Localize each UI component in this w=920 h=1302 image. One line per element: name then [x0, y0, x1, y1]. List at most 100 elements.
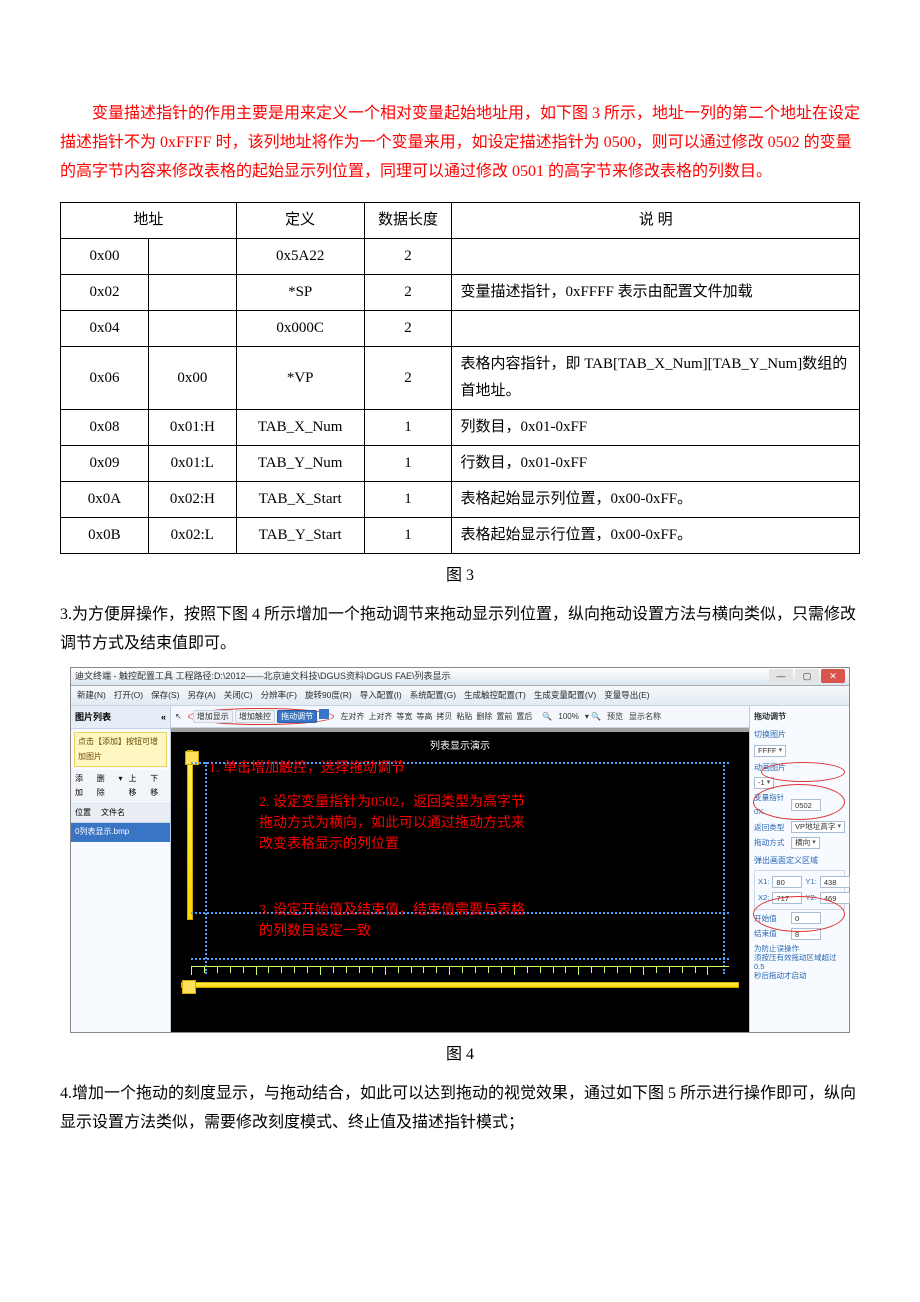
add-display-button[interactable]: 增加显示: [193, 710, 233, 723]
table-cell: 0x06: [61, 347, 149, 410]
end-input[interactable]: 8: [791, 928, 821, 940]
y2-label: Y2:: [805, 891, 816, 905]
table-cell: [148, 239, 236, 275]
table-cell: 0x02: [61, 275, 149, 311]
prop-sec-anim: 动画图片: [754, 761, 845, 775]
menu-item[interactable]: 分辨率(F): [261, 688, 297, 703]
preview-button[interactable]: 预览: [607, 710, 623, 724]
spec-table: 地址 定义 数据长度 说 明 0x000x5A2220x02*SP2变量描述指针…: [60, 202, 860, 554]
toolbar-button[interactable]: 上对齐: [368, 712, 392, 721]
menu-item[interactable]: 新建(N): [77, 688, 106, 703]
vertical-slider[interactable]: [187, 750, 193, 920]
menu-item[interactable]: 保存(S): [151, 688, 179, 703]
table-cell: 0x09: [61, 446, 149, 482]
y1-label: Y1:: [805, 875, 816, 889]
cursor-icon[interactable]: ↖: [175, 710, 182, 724]
toolbar-button[interactable]: 置前: [496, 712, 512, 721]
app-title: 迪文终端 - 触控配置工具 工程路径:D:\2012——北京迪文科技\DGUS资…: [75, 668, 451, 684]
show-name-button[interactable]: 显示名称: [629, 710, 661, 724]
drag-adjust-button[interactable]: 拖动调节: [277, 710, 317, 723]
table-row: 0x00 0x5A222: [61, 239, 860, 275]
table-header-row: 地址 定义 数据长度 说 明: [61, 203, 860, 239]
switch-val[interactable]: FFFF: [754, 745, 786, 757]
table-cell: 2: [364, 239, 452, 275]
dropdown-icon[interactable]: [319, 709, 329, 719]
x2-input[interactable]: 717: [772, 892, 802, 904]
horizontal-slider[interactable]: [181, 982, 739, 988]
annotation-3: 3. 设定开始值及结束值，结束值需要与表格 的列数目设定一致: [259, 900, 525, 942]
table-cell: 2: [364, 311, 452, 347]
toolbar-button[interactable]: 等宽: [396, 712, 412, 721]
canvas-title: 列表显示演示: [430, 738, 490, 756]
maximize-icon[interactable]: ▢: [795, 669, 819, 683]
table-cell: 0x02:H: [148, 482, 236, 518]
x1-input[interactable]: 80: [772, 876, 802, 888]
table-row: 0x090x01:LTAB_Y_Num1行数目，0x01-0xFF: [61, 446, 860, 482]
menu-item[interactable]: 打开(O): [114, 688, 143, 703]
col-file: 文件名: [101, 806, 125, 820]
table-row: 0x080x01:HTAB_X_Num1列数目，0x01-0xFF: [61, 410, 860, 446]
image-list-action[interactable]: 下移: [150, 772, 166, 801]
toolbar-button[interactable]: 粘贴: [456, 712, 472, 721]
vp-input[interactable]: 0502: [791, 799, 821, 811]
table-cell: 1: [364, 518, 452, 554]
annotation-2: 2. 设定变量指针为0502，返回类型为高字节 拖动方式为横向，如此可以通过拖动…: [259, 792, 525, 855]
menu-item[interactable]: 生成变量配置(V): [534, 688, 596, 703]
start-input[interactable]: 0: [791, 912, 821, 924]
image-list-item[interactable]: 0列表显示.bmp: [71, 823, 170, 841]
menu-item[interactable]: 系统配置(G): [410, 688, 456, 703]
table-cell: TAB_Y_Start: [236, 518, 364, 554]
add-touch-button[interactable]: 增加触控: [235, 710, 275, 723]
prop-note: 为防止误操作 须按压有效拖动区域超过0.5 秒后拖动才启动: [754, 944, 845, 980]
table-cell: 0x5A22: [236, 239, 364, 275]
th-desc: 说 明: [452, 203, 860, 239]
toolbar-button[interactable]: 置后: [516, 712, 532, 721]
intro-paragraph: 变量描述指针的作用主要是用来定义一个相对变量起始地址用，如下图 3 所示，地址一…: [60, 100, 860, 186]
table-cell: 变量描述指针，0xFFFF 表示由配置文件加载: [452, 275, 860, 311]
toolbar-button[interactable]: 拷贝: [436, 712, 452, 721]
figure-4-caption: 图 4: [60, 1041, 860, 1070]
menu-item[interactable]: 另存(A): [187, 688, 215, 703]
toolbar-button[interactable]: 删除: [476, 712, 492, 721]
table-row: 0x0B0x02:LTAB_Y_Start1表格起始显示行位置，0x00-0xF…: [61, 518, 860, 554]
table-cell: [452, 311, 860, 347]
y2-input[interactable]: 469: [820, 892, 850, 904]
close-icon[interactable]: ✕: [821, 669, 845, 683]
anim-val[interactable]: -1: [754, 777, 774, 789]
menu-item[interactable]: 变量导出(E): [604, 688, 649, 703]
ret-label: 返回类型: [754, 821, 788, 835]
table-cell: 1: [364, 446, 452, 482]
minimize-icon[interactable]: —: [769, 669, 793, 683]
table-cell: 0x01:L: [148, 446, 236, 482]
table-cell: [148, 311, 236, 347]
table-cell: 0x01:H: [148, 410, 236, 446]
ret-select[interactable]: VP地址高字: [791, 821, 845, 833]
menu-item[interactable]: 导入配置(I): [360, 688, 402, 703]
table-cell: 行数目，0x01-0xFF: [452, 446, 860, 482]
menu-item[interactable]: 旋转90度(R): [305, 688, 352, 703]
image-list-action[interactable]: ▾: [119, 772, 123, 801]
zoom-value[interactable]: 100%: [558, 710, 578, 724]
vp-label: 变量指针0X: [754, 791, 788, 818]
menu-item[interactable]: 生成触控配置(T): [464, 688, 526, 703]
image-list-action[interactable]: 上移: [129, 772, 145, 801]
collapse-icon[interactable]: «: [161, 709, 166, 725]
table-cell: TAB_X_Num: [236, 410, 364, 446]
end-label: 结束值: [754, 927, 788, 941]
table-row: 0x060x00*VP2表格内容指针，即 TAB[TAB_X_Num][TAB_…: [61, 347, 860, 410]
editor-panel: ↖ 增加显示 增加触控 拖动调节 左对齐上对齐等宽等高拷贝粘贴删除置前置后 🔍 …: [171, 706, 749, 1032]
table-cell: 0x00: [61, 239, 149, 275]
toolbar-button[interactable]: 等高: [416, 712, 432, 721]
menu-item[interactable]: 关闭(C): [224, 688, 253, 703]
mode-select[interactable]: 横向: [791, 837, 820, 849]
property-panel: 拖动调节 切换图片 FFFF 动画图片 -1 变量指针0X 0502 返回类型 …: [749, 706, 849, 1032]
image-list-actions: 添加删除▾上移下移: [71, 770, 170, 804]
image-list-action[interactable]: 添加: [75, 772, 91, 801]
editor-canvas[interactable]: 列表显示演示 1. 单击增加触控，选择拖动调节 2. 设定变量指针为0502，返…: [171, 732, 749, 1032]
toolbar-button[interactable]: 左对齐: [340, 712, 364, 721]
image-list-action[interactable]: 删除: [97, 772, 113, 801]
start-label: 开始值: [754, 912, 788, 926]
y1-input[interactable]: 438: [820, 876, 850, 888]
para-4: 4.增加一个拖动的刻度显示，与拖动结合，如此可以达到拖动的视觉效果，通过如下图 …: [60, 1080, 860, 1138]
area-title: 弹出画面定义区域: [754, 854, 845, 868]
